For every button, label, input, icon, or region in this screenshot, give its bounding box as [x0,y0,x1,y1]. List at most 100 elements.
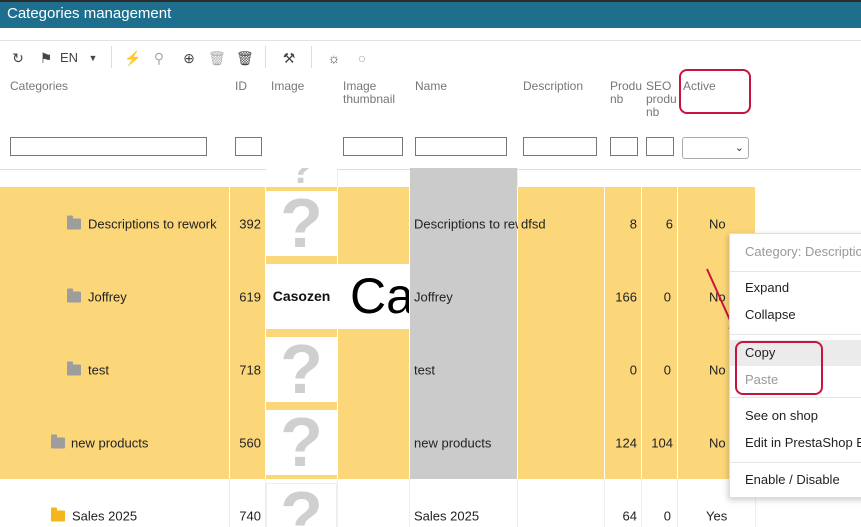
window-title: Categories management [7,5,172,22]
chevron-down-icon[interactable]: ▼ [86,49,100,67]
products-cell: 0 [605,333,642,406]
id-cell: 718 [230,333,266,406]
column-header-products[interactable]: Produ nb [610,80,642,106]
menu-item-see-on-shop[interactable]: See on shop [745,408,818,423]
flag-icon[interactable]: ⚑ [38,49,54,67]
products-cell: 64 [605,479,642,527]
filter-name-input[interactable] [415,137,507,156]
column-header-id[interactable]: ID [235,80,247,93]
table-row[interactable]: Joffrey 619 Casozen Ca Joffrey 166 0 No [0,260,756,333]
name-value: Sales 2025 [414,508,480,523]
table-row[interactable]: Descriptions to rework 392 ? Description… [0,187,756,260]
image-cell: ? [266,333,338,406]
image-cell: ? [266,479,338,527]
seo-value: 0 [663,362,671,377]
products-value: 64 [622,508,637,523]
filter-products-input[interactable] [610,137,638,156]
filter-thumbnail-input[interactable] [343,137,403,156]
menu-item-collapse[interactable]: Collapse [745,307,796,322]
thumbnail-cell [338,333,410,406]
bulb-on-icon[interactable]: ☼ [325,49,343,67]
menu-item-edit-in-prestashop[interactable]: Edit in PrestaShop B [745,435,861,450]
bulb-off-icon[interactable]: ○ [355,49,369,67]
table-row[interactable]: test 718 ? test 0 0 No [0,333,756,406]
column-header-thumbnail-line2: thumbnail [343,92,396,106]
column-header-description[interactable]: Description [523,80,583,93]
toolbar-separator [311,46,312,68]
language-label[interactable]: EN [58,49,80,67]
seo-value: 0 [663,508,671,523]
name-cell: test [410,333,518,406]
seo-cell: 6 [642,187,678,260]
menu-separator [730,397,861,398]
folder-icon [67,288,81,302]
description-value: dfsd [521,216,546,231]
bolt-icon[interactable]: ⚡ [124,49,141,67]
filter-seo-input[interactable] [646,137,674,156]
tools-icon[interactable]: ⚒ [280,49,298,67]
category-name: Descriptions to rework [88,216,217,231]
menu-separator [730,334,861,335]
trash-icon[interactable]: 🗑 [236,49,254,67]
column-header-categories[interactable]: Categories [10,80,68,93]
name-value: Descriptions to rew [414,216,518,231]
category-name: test [88,362,109,377]
category-cell: Joffrey [0,260,230,333]
column-header-seo[interactable]: SEO produ nb [646,80,677,119]
products-cell: 166 [605,260,642,333]
seo-value: 6 [665,216,673,231]
context-menu-header: Category: Description [745,244,861,259]
toolbar-separator [265,46,266,68]
add-icon[interactable]: ⊕ [180,49,198,67]
name-value: Joffrey [414,289,453,304]
image-cell: ? [266,187,338,260]
category-name: new products [71,435,149,450]
toolbar-separator [111,46,112,68]
active-value: No [709,435,726,450]
id-cell: 740 [230,479,266,527]
table-row[interactable]: Sales 2025 740 ? Sales 2025 64 0 Yes [0,479,756,527]
menu-separator [730,462,861,463]
seo-cell: 0 [642,333,678,406]
seo-cell: 0 [642,479,678,527]
id-value: 740 [239,508,261,523]
products-value: 0 [629,362,637,377]
name-cell: Descriptions to rew [410,187,518,260]
column-header-image[interactable]: Image [271,80,304,93]
filter-description-input[interactable] [523,137,597,156]
column-header-name[interactable]: Name [415,80,447,93]
category-cell: Sales 2025 [0,479,230,527]
id-value: 718 [239,362,261,377]
top-border [0,0,861,2]
menu-item-expand[interactable]: Expand [745,280,789,295]
placeholder-image-icon: ? [266,337,337,402]
table-row[interactable]: new products 560 ? new products 124 104 … [0,406,756,479]
category-cell: Descriptions to rework [0,187,230,260]
id-cell: 392 [230,187,266,260]
column-header-thumbnail[interactable]: Image thumbnail [343,80,395,106]
description-cell [518,479,605,527]
products-value: 166 [615,289,637,304]
products-cell: 8 [605,187,642,260]
active-value: No [709,216,726,231]
filter-id-input[interactable] [235,137,262,156]
products-value: 124 [615,435,637,450]
image-cell: ? [266,406,338,479]
annotation-box-active [679,69,751,114]
id-cell: 560 [230,406,266,479]
products-value: 8 [629,216,637,231]
refresh-icon[interactable]: ↻ [10,49,26,67]
seo-cell: 104 [642,406,678,479]
folder-icon [67,361,81,375]
category-name: Sales 2025 [72,508,138,523]
folder-icon [51,507,65,521]
table-row[interactable]: ? [0,168,756,187]
folder-icon [51,434,65,448]
active-value: No [709,362,726,377]
trash-icon[interactable]: 🗑 [208,49,226,67]
filter-active-select[interactable]: ⌄ [682,137,749,159]
search-icon[interactable]: ⚲ [150,49,168,67]
folder-icon [67,215,81,229]
filter-categories-input[interactable] [10,137,207,156]
menu-item-enable-disable[interactable]: Enable / Disable [745,472,840,487]
